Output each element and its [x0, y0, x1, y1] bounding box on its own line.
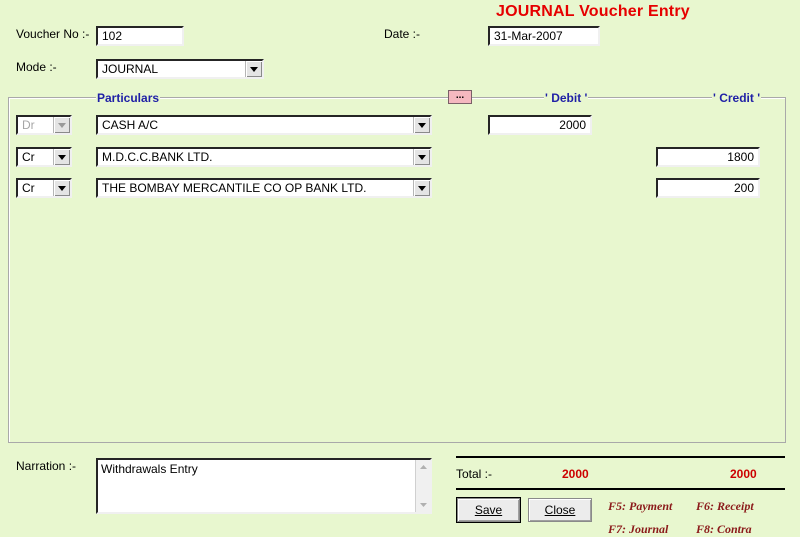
- account-dropdown-button[interactable]: [413, 149, 430, 165]
- entry-type-select[interactable]: Dr: [16, 115, 72, 135]
- save-button-label: Save: [474, 503, 503, 517]
- mode-select[interactable]: JOURNAL: [96, 59, 264, 79]
- particulars-header: Particulars: [96, 91, 161, 105]
- mode-dropdown-button[interactable]: [245, 61, 262, 77]
- shortcut-f6: F6: Receipt: [696, 499, 754, 513]
- entry-type-dropdown-button[interactable]: [53, 180, 70, 196]
- chevron-down-icon: [250, 66, 258, 72]
- chevron-down-icon: [418, 122, 426, 128]
- account-lookup-button[interactable]: ...: [448, 90, 472, 104]
- total-debit: 2000: [562, 467, 589, 481]
- chevron-down-icon: [58, 154, 66, 160]
- voucher-no-field[interactable]: 102: [96, 26, 184, 46]
- account-dropdown-button[interactable]: [413, 180, 430, 196]
- close-button-label: Close: [544, 503, 576, 517]
- account-value: M.D.C.C.BANK LTD.: [102, 150, 213, 164]
- entry-type-value: Cr: [22, 181, 35, 195]
- chevron-down-icon: [418, 154, 426, 160]
- chevron-down-icon: [418, 185, 426, 191]
- account-select[interactable]: THE BOMBAY MERCANTILE CO OP BANK LTD.: [96, 178, 432, 198]
- credit-field[interactable]: 200: [656, 178, 760, 198]
- date-field[interactable]: 31-Mar-2007: [488, 26, 600, 46]
- scroll-up-button[interactable]: [416, 460, 430, 474]
- entry-type-value: Dr: [22, 118, 35, 132]
- credit-field[interactable]: 1800: [656, 147, 760, 167]
- total-credit: 2000: [730, 467, 757, 481]
- scroll-down-button[interactable]: [416, 498, 430, 512]
- chevron-down-icon: [58, 122, 66, 128]
- total-label: Total :-: [456, 467, 493, 481]
- entry-type-dropdown-button[interactable]: [53, 149, 70, 165]
- chevron-up-icon: [419, 465, 427, 469]
- account-value: THE BOMBAY MERCANTILE CO OP BANK LTD.: [102, 181, 367, 195]
- account-select[interactable]: M.D.C.C.BANK LTD.: [96, 147, 432, 167]
- voucher-no-label: Voucher No :-: [16, 27, 90, 41]
- narration-text: Withdrawals Entry: [101, 462, 198, 476]
- entry-type-value: Cr: [22, 150, 35, 164]
- mode-value: JOURNAL: [102, 62, 159, 76]
- shortcut-f7: F7: Journal: [608, 522, 669, 536]
- account-value: CASH A/C: [102, 118, 159, 132]
- close-button[interactable]: Close: [528, 498, 592, 522]
- save-button[interactable]: Save: [456, 497, 521, 523]
- entry-type-dropdown-button[interactable]: [53, 117, 70, 133]
- totals-bottom-divider: [456, 488, 785, 490]
- entry-type-select[interactable]: Cr: [16, 178, 72, 198]
- page-title: JOURNAL Voucher Entry: [496, 3, 690, 20]
- chevron-down-icon: [419, 503, 427, 507]
- mode-label: Mode :-: [16, 60, 57, 74]
- debit-field[interactable]: 2000: [488, 115, 592, 135]
- entry-type-select[interactable]: Cr: [16, 147, 72, 167]
- debit-header: ' Debit ': [544, 91, 589, 105]
- account-dropdown-button[interactable]: [413, 117, 430, 133]
- shortcut-f8: F8: Contra: [696, 522, 752, 536]
- totals-top-divider: [456, 456, 785, 458]
- date-label: Date :-: [384, 27, 421, 41]
- chevron-down-icon: [58, 185, 66, 191]
- narration-textarea[interactable]: Withdrawals Entry: [96, 458, 432, 514]
- narration-scrollbar[interactable]: [415, 460, 430, 512]
- credit-header: ' Credit ': [712, 91, 762, 105]
- account-select[interactable]: CASH A/C: [96, 115, 432, 135]
- narration-label: Narration :-: [16, 459, 77, 473]
- shortcut-f5: F5: Payment: [608, 499, 673, 513]
